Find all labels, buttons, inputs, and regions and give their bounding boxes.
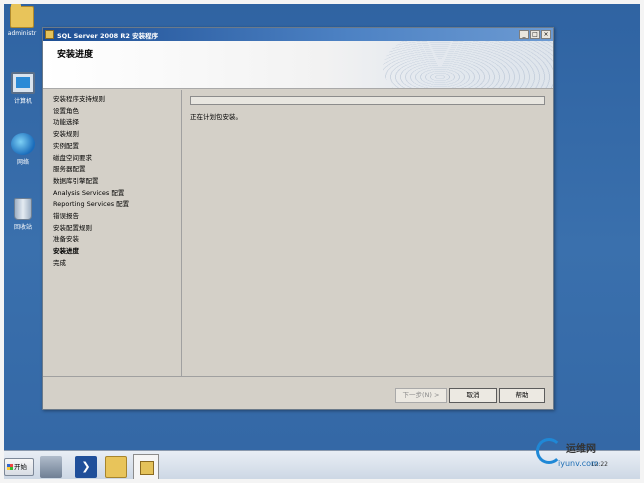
wizard-footer: 下一步(N) > 取消 帮助	[43, 376, 553, 409]
wizard-steps-nav: 安装程序支持规则 设置角色 功能选择 安装规则 实例配置 磁盘空间要求 服务器配…	[43, 90, 182, 376]
sql-setup-app-icon	[45, 30, 54, 39]
watermark-name: 运维网	[566, 444, 596, 455]
desktop-icon-label: 回收站	[13, 224, 32, 231]
desktop-icon-label: 计算机	[13, 98, 32, 105]
close-button[interactable]: ×	[541, 30, 551, 39]
recycle-bin-icon	[14, 198, 32, 220]
explorer-folder-icon[interactable]	[105, 456, 127, 478]
help-button[interactable]: 帮助	[499, 388, 545, 403]
desktop-icon-computer[interactable]: 计算机	[3, 72, 43, 105]
nav-step-setup-support-rules[interactable]: 安装程序支持规则	[53, 94, 181, 106]
page-title: 安装进度	[57, 50, 94, 60]
minimize-button[interactable]: _	[519, 30, 529, 39]
nav-step-feature-selection[interactable]: 功能选择	[53, 117, 181, 129]
nav-step-installation-configuration-rules[interactable]: 安装配置规则	[53, 223, 181, 235]
nav-step-disk-space[interactable]: 磁盘空间要求	[53, 153, 181, 165]
nav-step-installation-rules[interactable]: 安装规则	[53, 129, 181, 141]
nav-step-complete[interactable]: 完成	[53, 258, 181, 270]
desktop-icon-network[interactable]: 网络	[3, 133, 43, 166]
next-button[interactable]: 下一步(N) >	[395, 388, 447, 403]
maximize-button[interactable]: □	[530, 30, 540, 39]
window-title: SQL Server 2008 R2 安装程序	[57, 31, 159, 40]
nav-step-database-engine[interactable]: 数据库引擎配置	[53, 176, 181, 188]
desktop-icon-recycle-bin[interactable]: 回收站	[3, 198, 43, 231]
status-message: 正在计划包安装。	[190, 113, 242, 121]
nav-step-installation-progress[interactable]: 安装进度	[53, 246, 181, 258]
server-manager-icon[interactable]	[40, 456, 62, 478]
folder-icon	[10, 4, 34, 28]
wizard-body: 安装程序支持规则 设置角色 功能选择 安装规则 实例配置 磁盘空间要求 服务器配…	[43, 90, 553, 376]
nav-step-server-configuration[interactable]: 服务器配置	[53, 164, 181, 176]
cancel-button[interactable]: 取消	[449, 388, 497, 403]
nav-step-reporting-services[interactable]: Reporting Services 配置	[53, 199, 181, 211]
header-decoration	[383, 41, 553, 88]
desktop-icon-administrator[interactable]: administr	[2, 4, 42, 37]
sql-setup-task-icon[interactable]	[133, 454, 159, 480]
page-header: 安装进度	[43, 41, 553, 89]
installation-progress-bar	[190, 96, 545, 105]
computer-icon	[11, 72, 35, 94]
watermark-url: iyunv.com	[558, 459, 599, 468]
desktop-icon-label: administr	[7, 30, 37, 37]
nav-step-setup-role[interactable]: 设置角色	[53, 106, 181, 118]
start-button[interactable]: 开始	[4, 458, 34, 476]
setup-window: SQL Server 2008 R2 安装程序 _ □ × 安装进度 安装程序支…	[42, 27, 554, 410]
windows-flag-icon	[7, 464, 13, 470]
window-titlebar[interactable]: SQL Server 2008 R2 安装程序 _ □ ×	[43, 28, 553, 41]
start-label: 开始	[14, 463, 27, 471]
site-watermark: 运维网 iyunv.com	[536, 438, 636, 478]
network-icon	[11, 133, 35, 155]
nav-step-instance-configuration[interactable]: 实例配置	[53, 141, 181, 153]
nav-step-analysis-services[interactable]: Analysis Services 配置	[53, 188, 181, 200]
nav-step-ready-to-install[interactable]: 准备安装	[53, 234, 181, 246]
desktop-icon-label: 网络	[16, 159, 29, 166]
nav-step-error-reporting[interactable]: 错误报告	[53, 211, 181, 223]
powershell-icon[interactable]: ❯	[75, 456, 97, 478]
progress-panel: 正在计划包安装。	[188, 90, 553, 376]
